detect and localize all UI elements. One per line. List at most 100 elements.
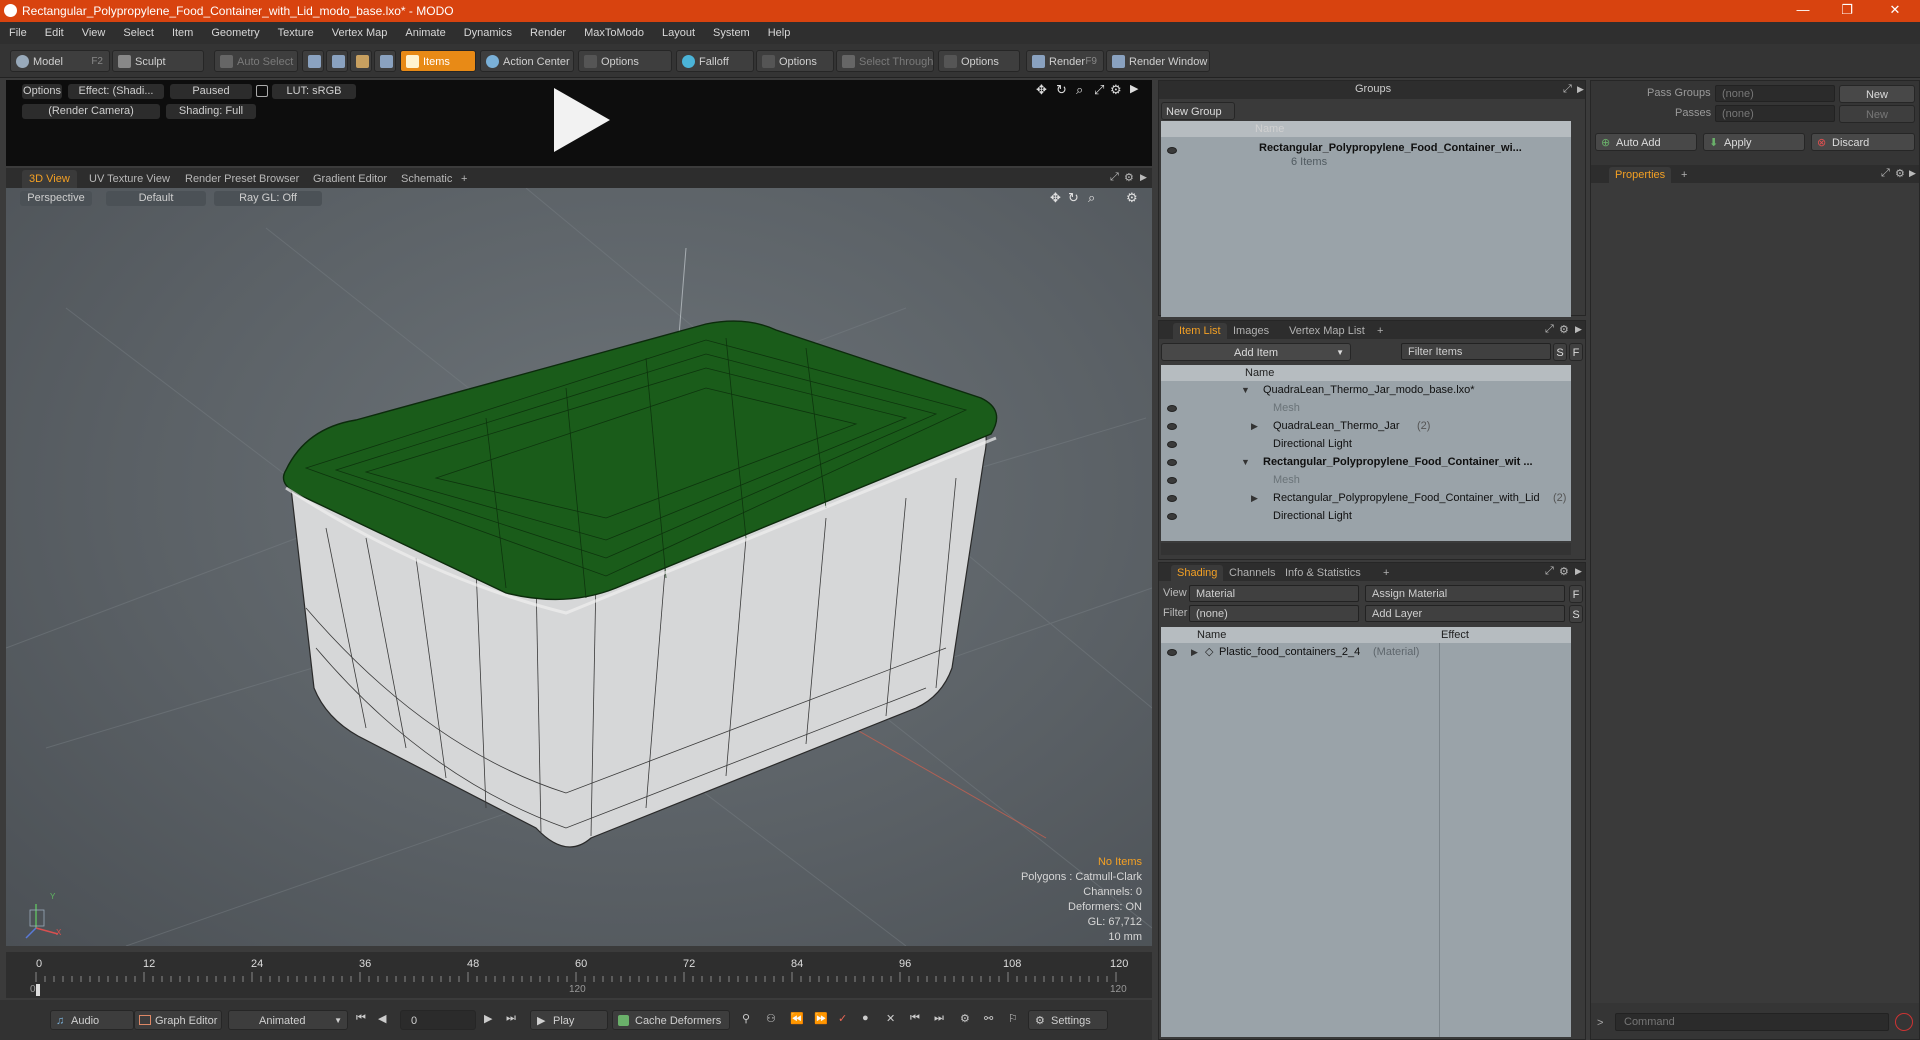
settings-button[interactable]: ⚙ Settings <box>1028 1010 1108 1030</box>
select-through-button[interactable]: Select Through <box>836 50 934 72</box>
tab-gradient-editor[interactable]: Gradient Editor <box>306 170 394 188</box>
properties-menu-arrow-icon[interactable]: ▶ <box>1909 168 1916 179</box>
falloff-button[interactable]: Falloff <box>676 50 754 72</box>
add-shading-tab[interactable]: + <box>1377 565 1395 581</box>
play-preview-icon[interactable] <box>546 86 616 156</box>
prev-key-icon[interactable]: ⏪ <box>790 1012 804 1025</box>
lock-icon[interactable] <box>256 85 268 97</box>
step-forward-icon[interactable]: ▶ <box>484 1012 492 1025</box>
link-icon[interactable]: ⚯ <box>984 1012 993 1025</box>
visibility-eye-icon[interactable] <box>1167 405 1177 412</box>
playhead[interactable] <box>36 984 40 996</box>
tree-row-light1[interactable]: Directional Light <box>1161 435 1571 453</box>
tab-item-list[interactable]: Item List <box>1173 323 1227 339</box>
tab-info-statistics[interactable]: Info & Statistics <box>1279 565 1367 581</box>
polygons-mode-button[interactable] <box>350 50 372 72</box>
visibility-eye-icon[interactable] <box>1167 423 1177 430</box>
move-icon[interactable]: ✥ <box>1036 82 1047 98</box>
edges-mode-button[interactable] <box>326 50 348 72</box>
menu-system[interactable]: System <box>704 22 759 44</box>
tab-images[interactable]: Images <box>1227 323 1275 339</box>
filter-f-button[interactable]: F <box>1569 343 1583 361</box>
effect-dropdown[interactable]: Effect: (Shadi... <box>68 84 164 99</box>
filter-dropdown[interactable]: (none) <box>1189 605 1359 622</box>
tab-render-preset-browser[interactable]: Render Preset Browser <box>178 170 306 188</box>
menu-dynamics[interactable]: Dynamics <box>455 22 521 44</box>
render-options-button[interactable]: Options <box>22 84 62 99</box>
command-stop-icon[interactable] <box>1895 1013 1913 1031</box>
visibility-eye-icon[interactable] <box>1167 441 1177 448</box>
menu-geometry[interactable]: Geometry <box>202 22 268 44</box>
filter-icon[interactable]: ⚐ <box>1008 1012 1018 1025</box>
passes-new-button[interactable]: New <box>1839 105 1915 123</box>
jump-prev-icon[interactable]: ⏮ <box>910 1012 920 1025</box>
tree-row-group2[interactable]: ▶ Rectangular_Polypropylene_Food_Containe… <box>1161 489 1571 507</box>
tab-shading[interactable]: Shading <box>1171 565 1224 581</box>
render-camera-dropdown[interactable]: (Render Camera) <box>22 104 160 119</box>
rotate-icon[interactable]: ↻ <box>1056 82 1067 98</box>
maximize-icon[interactable]: ⤢ <box>1094 82 1104 98</box>
materials-mode-button[interactable] <box>374 50 396 72</box>
auto-add-button[interactable]: ⊕ Auto Add <box>1595 133 1697 151</box>
items-mode-button[interactable]: Items <box>400 50 476 72</box>
timeline[interactable]: 0 12 24 36 48 60 72 84 96 108 120 0 120 … <box>6 952 1152 998</box>
assign-material-button[interactable]: Assign Material <box>1365 585 1565 602</box>
vertices-mode-button[interactable] <box>302 50 324 72</box>
pass-groups-dropdown[interactable]: (none) <box>1715 85 1835 102</box>
minimize-button[interactable]: — <box>1788 2 1818 20</box>
render-button[interactable]: Render F9 <box>1026 50 1104 72</box>
add-item-list-tab[interactable]: + <box>1371 323 1389 339</box>
action-center-button[interactable]: Action Center <box>480 50 574 72</box>
passes-dropdown[interactable]: (none) <box>1715 105 1835 122</box>
view-dropdown[interactable]: Material <box>1189 585 1359 602</box>
tree-row-scene1[interactable]: ▼ QuadraLean_Thermo_Jar_modo_base.lxo* <box>1161 381 1571 399</box>
cache-deformers-button[interactable]: Cache Deformers <box>612 1010 730 1030</box>
viewport-gear-icon[interactable]: ⚙ <box>1124 171 1134 184</box>
groups-menu-arrow-icon[interactable]: ▶ <box>1577 84 1584 95</box>
close-button[interactable]: ✕ <box>1880 2 1910 20</box>
sculpt-mode-button[interactable]: Sculpt <box>112 50 204 72</box>
material-row[interactable]: ▶ ◇ Plastic_food_containers_2_4 (Materia… <box>1161 643 1571 661</box>
item-list-tree[interactable]: Name ▼ QuadraLean_Thermo_Jar_modo_base.lx… <box>1161 365 1571 541</box>
menu-edit[interactable]: Edit <box>36 22 73 44</box>
tree-row-group1[interactable]: ▶ QuadraLean_Thermo_Jar (2) <box>1161 417 1571 435</box>
paused-toggle[interactable]: Paused <box>170 84 252 99</box>
shading-dropdown[interactable]: Shading: Full <box>166 104 256 119</box>
jump-next-icon[interactable]: ⏭ <box>934 1012 944 1025</box>
menu-layout[interactable]: Layout <box>653 22 704 44</box>
menu-view[interactable]: View <box>73 22 115 44</box>
new-group-button[interactable]: New Group <box>1161 102 1235 120</box>
tree-row-mesh1[interactable]: Mesh <box>1161 399 1571 417</box>
frame-input[interactable]: 0 <box>400 1010 476 1030</box>
shading-maximize-icon[interactable]: ⤢ <box>1545 565 1554 578</box>
shading-gear-icon[interactable]: ⚙ <box>1559 565 1569 578</box>
add-tab-button[interactable]: + <box>454 170 474 188</box>
falloff-options-button[interactable]: Options <box>756 50 834 72</box>
tab-3d-view[interactable]: 3D View <box>22 170 77 188</box>
groups-list[interactable]: Name Rectangular_Polypropylene_Food_Cont… <box>1161 121 1571 317</box>
3d-viewport[interactable]: Perspective Default Ray GL: Off ✥ ↻ ⌕ ⚙ <box>6 188 1152 946</box>
item-list-scrollbar[interactable] <box>1161 543 1571 555</box>
menu-vertex-map[interactable]: Vertex Map <box>323 22 397 44</box>
key-icon[interactable]: ⚲ <box>742 1012 750 1025</box>
delete-key-icon[interactable]: ✕ <box>886 1012 895 1025</box>
next-key-icon[interactable]: ⏩ <box>814 1012 828 1025</box>
shading-menu-arrow-icon[interactable]: ▶ <box>1575 566 1582 577</box>
visibility-eye-icon[interactable] <box>1167 477 1177 484</box>
item-list-maximize-icon[interactable]: ⤢ <box>1545 323 1554 336</box>
item-list-menu-arrow-icon[interactable]: ▶ <box>1575 324 1582 335</box>
groups-maximize-icon[interactable]: ⤢ <box>1563 83 1572 96</box>
channel-icon[interactable]: ⚙ <box>960 1012 970 1025</box>
record-icon[interactable]: ● <box>862 1012 869 1024</box>
shading-f-button[interactable]: F <box>1569 585 1583 603</box>
lut-dropdown[interactable]: LUT: sRGB <box>272 84 356 99</box>
tab-properties[interactable]: Properties <box>1609 167 1672 183</box>
auto-select-button[interactable]: Auto Select <box>214 50 298 72</box>
visibility-eye-icon[interactable] <box>1167 459 1177 466</box>
restore-button[interactable]: ❐ <box>1832 2 1862 20</box>
menu-texture[interactable]: Texture <box>269 22 323 44</box>
shading-s-button[interactable]: S <box>1569 605 1583 623</box>
auto-key-icon[interactable]: ⚇ <box>766 1012 776 1025</box>
visibility-eye-icon[interactable] <box>1167 649 1177 656</box>
viewport-maximize-icon[interactable]: ⤢ <box>1110 171 1119 184</box>
